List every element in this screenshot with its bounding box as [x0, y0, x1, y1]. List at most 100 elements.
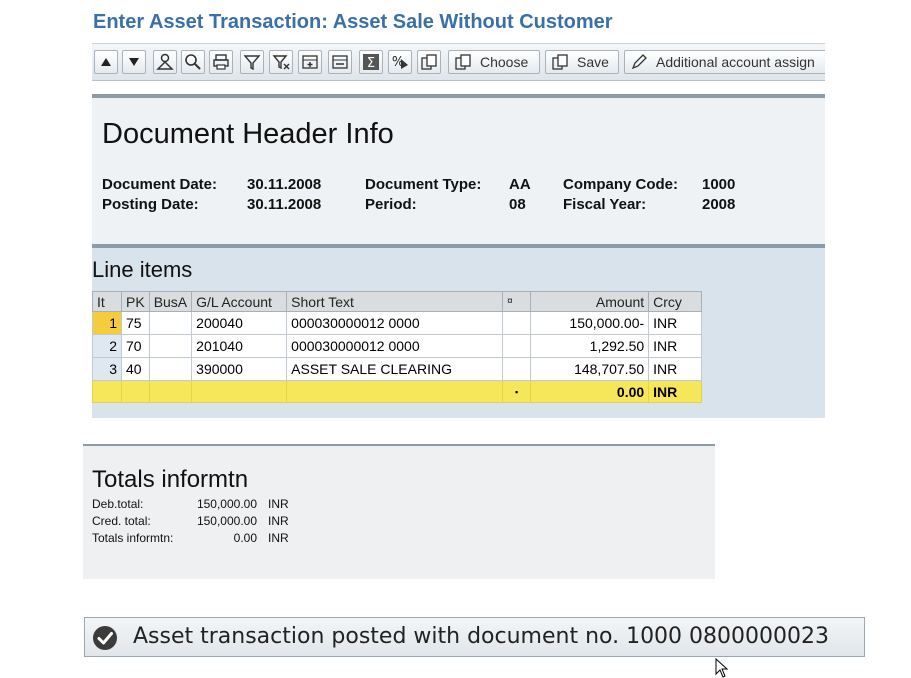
business-area-cell [148, 357, 193, 381]
line-items-title: Line items [92, 257, 193, 282]
choose-button[interactable]: Choose [448, 50, 540, 74]
column-header-pk[interactable]: PK [121, 291, 150, 312]
fiscal-year-label: Fiscal Year: [563, 196, 647, 213]
checkmark-circle-icon [93, 626, 117, 650]
find-button[interactable] [181, 50, 205, 74]
print-icon [213, 54, 229, 70]
find-icon [185, 54, 201, 70]
totals-title: Totals informtn [92, 466, 249, 493]
sum-marker-cell [502, 311, 532, 335]
total-blank-cell [121, 380, 150, 403]
set-filter-button[interactable] [269, 50, 293, 74]
filter-button[interactable] [240, 50, 264, 74]
total-marker-cell: ▪ [502, 380, 532, 403]
subtotal-button[interactable]: % [388, 50, 412, 74]
additional-account-label: Additional account assign [656, 54, 815, 70]
total-blank-cell [191, 380, 288, 403]
credit-total-value: 150,000.00 [196, 514, 257, 528]
company-code-value: 1000 [702, 176, 736, 193]
insert-row-icon [302, 55, 318, 69]
total-blank-cell [286, 380, 504, 403]
total-blank-cell [148, 380, 193, 403]
period-value: 08 [509, 196, 526, 213]
additional-account-assignment-button[interactable]: Additional account assign [624, 50, 825, 74]
amount-cell: 150,000.00- [530, 311, 650, 335]
sum-icon: Σ [363, 54, 379, 71]
item-number-cell[interactable]: 2 [92, 334, 122, 358]
application-toolbar: Σ % Choose Save Additional account assig… [92, 43, 825, 81]
column-header-currency[interactable]: Crcy [648, 291, 703, 312]
document-date-label: Document Date: [102, 176, 218, 193]
gl-account-cell: 201040 [191, 334, 288, 358]
table-row[interactable]: 1 75 200040 000030000012 0000 150,000.00… [92, 311, 703, 335]
posting-key-cell: 75 [121, 311, 150, 335]
column-header-amount[interactable]: Amount [530, 291, 650, 312]
company-code-label: Company Code: [563, 176, 679, 193]
save-icon [552, 54, 568, 70]
delete-row-icon [332, 55, 348, 69]
details-icon [156, 53, 174, 70]
save-button[interactable]: Save [545, 50, 619, 74]
totals-info-currency: INR [268, 531, 289, 545]
totals-info-value: 0.00 [233, 531, 257, 545]
status-message: Asset transaction posted with document n… [133, 624, 830, 649]
period-label: Period: [365, 196, 417, 213]
total-currency-cell: INR [648, 380, 703, 403]
scroll-up-button[interactable] [94, 50, 118, 74]
debit-total-label: Deb.total: [92, 497, 144, 511]
set-filter-icon [272, 55, 290, 70]
table-row[interactable]: 3 40 390000 ASSET SALE CLEARING 148,707.… [92, 357, 703, 381]
line-items-table: It PK BusA G/L Account Short Text ¤ Amou… [92, 291, 703, 403]
export-button[interactable] [417, 50, 441, 74]
delete-row-button[interactable] [328, 50, 352, 74]
print-button[interactable] [209, 50, 233, 74]
window-title: Enter Asset Transaction: Asset Sale With… [93, 11, 613, 33]
scroll-down-button[interactable] [122, 50, 146, 74]
subtotal-icon: % [392, 55, 408, 70]
document-type-label: Document Type: [365, 176, 482, 193]
item-number-cell[interactable]: 1 [92, 311, 122, 335]
currency-cell: INR [648, 357, 703, 381]
currency-cell: INR [648, 334, 703, 358]
sum-marker-cell [502, 334, 532, 358]
item-number-cell[interactable]: 3 [92, 357, 122, 381]
total-blank-cell [92, 380, 122, 403]
insert-row-button[interactable] [298, 50, 322, 74]
short-text-cell: ASSET SALE CLEARING [286, 357, 504, 381]
amount-cell: 1,292.50 [530, 334, 650, 358]
column-header-short-text[interactable]: Short Text [286, 291, 504, 312]
posting-date-label: Posting Date: [102, 196, 199, 213]
currency-cell: INR [648, 311, 703, 335]
gl-account-cell: 200040 [191, 311, 288, 335]
credit-total-label: Cred. total: [92, 514, 151, 528]
posting-key-cell: 40 [121, 357, 150, 381]
arrow-up-icon [101, 58, 111, 66]
mouse-cursor-icon [715, 658, 729, 678]
details-button[interactable] [153, 50, 177, 74]
totals-info-label: Totals informtn: [92, 531, 174, 545]
business-area-cell [148, 334, 193, 358]
column-header-busa[interactable]: BusA [148, 291, 193, 312]
pencil-icon [631, 54, 647, 70]
business-area-cell [148, 311, 193, 335]
sum-button[interactable]: Σ [359, 50, 383, 74]
table-header-row: It PK BusA G/L Account Short Text ¤ Amou… [92, 291, 703, 312]
save-label: Save [577, 54, 609, 70]
total-amount-cell: 0.00 [530, 380, 650, 403]
svg-text:Σ: Σ [367, 56, 375, 71]
posting-key-cell: 70 [121, 334, 150, 358]
fiscal-year-value: 2008 [702, 196, 736, 213]
document-header-title: Document Header Info [102, 118, 394, 150]
column-header-gl-account[interactable]: G/L Account [191, 291, 288, 312]
table-row[interactable]: 2 70 201040 000030000012 0000 1,292.50 I… [92, 334, 703, 358]
short-text-cell: 000030000012 0000 [286, 311, 504, 335]
choose-icon [455, 54, 471, 70]
column-header-sum-marker[interactable]: ¤ [502, 291, 532, 312]
posting-date-value: 30.11.2008 [247, 196, 322, 213]
column-header-item[interactable]: It [92, 291, 122, 312]
arrow-down-icon [129, 58, 139, 66]
filter-icon [243, 55, 261, 71]
gl-account-cell: 390000 [191, 357, 288, 381]
status-bar[interactable]: Asset transaction posted with document n… [84, 617, 865, 657]
credit-total-currency: INR [268, 514, 289, 528]
